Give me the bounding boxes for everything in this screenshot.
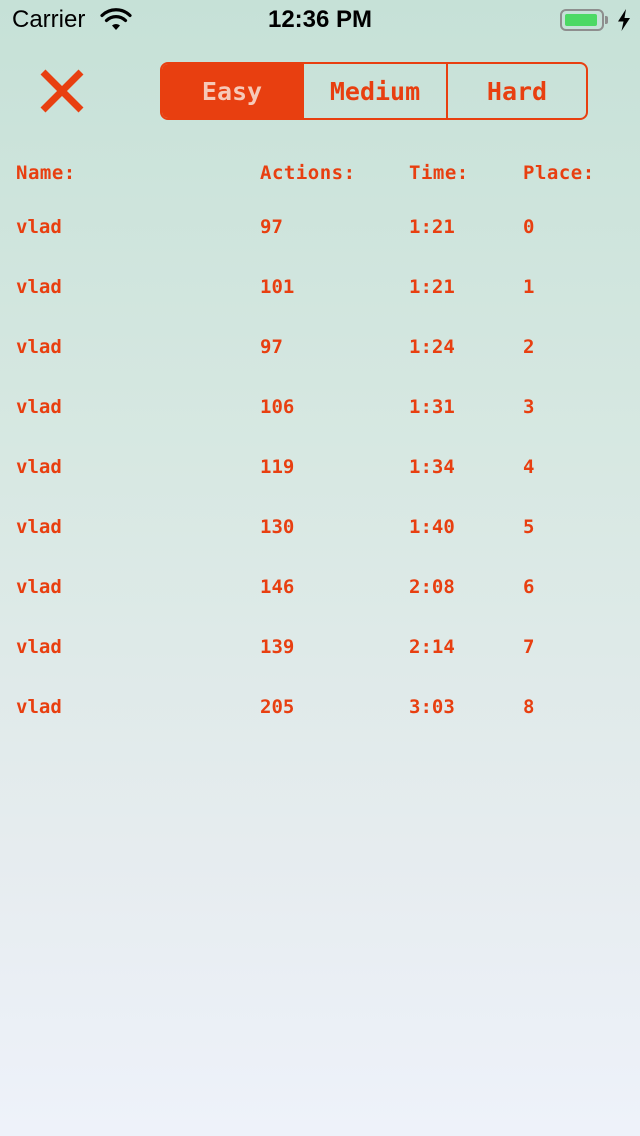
cell-actions: 139	[260, 636, 295, 658]
cell-place: 6	[523, 576, 535, 598]
cell-place: 0	[523, 216, 535, 238]
cell-time: 2:08	[409, 576, 455, 598]
cell-name: vlad	[16, 456, 62, 478]
cell-time: 1:21	[409, 216, 455, 238]
cell-name: vlad	[16, 636, 62, 658]
header-actions: Actions:	[260, 162, 356, 184]
cell-actions: 119	[260, 456, 295, 478]
scores-table: Name: Actions: Time: Place: vlad 97 1:21…	[0, 150, 640, 740]
header-place: Place:	[523, 162, 595, 184]
table-row: vlad 119 1:34 4	[0, 440, 640, 500]
cell-name: vlad	[16, 396, 62, 418]
segment-hard[interactable]: Hard	[446, 64, 586, 118]
cell-actions: 101	[260, 276, 295, 298]
cell-name: vlad	[16, 336, 62, 358]
cell-actions: 106	[260, 396, 295, 418]
cell-time: 3:03	[409, 696, 455, 718]
cell-actions: 97	[260, 216, 283, 238]
table-row: vlad 205 3:03 8	[0, 680, 640, 740]
cell-actions: 97	[260, 336, 283, 358]
charging-bolt-icon	[618, 9, 630, 31]
cell-time: 1:21	[409, 276, 455, 298]
cell-time: 1:34	[409, 456, 455, 478]
status-time: 12:36 PM	[267, 6, 373, 33]
close-icon	[40, 69, 84, 113]
cell-time: 1:31	[409, 396, 455, 418]
cell-time: 1:40	[409, 516, 455, 538]
table-row: vlad 101 1:21 1	[0, 260, 640, 320]
cell-name: vlad	[16, 276, 62, 298]
cell-place: 2	[523, 336, 535, 358]
table-row: vlad 97 1:21 0	[0, 200, 640, 260]
table-row: vlad 97 1:24 2	[0, 320, 640, 380]
battery-cap	[605, 16, 608, 24]
table-row: vlad 146 2:08 6	[0, 560, 640, 620]
cell-place: 1	[523, 276, 535, 298]
battery-icon	[560, 9, 604, 31]
cell-time: 1:24	[409, 336, 455, 358]
cell-actions: 146	[260, 576, 295, 598]
cell-name: vlad	[16, 216, 62, 238]
cell-time: 2:14	[409, 636, 455, 658]
header-name: Name:	[16, 162, 76, 184]
table-row: vlad 106 1:31 3	[0, 380, 640, 440]
status-bar: Carrier 12:36 PM	[0, 0, 640, 40]
cell-name: vlad	[16, 696, 62, 718]
cell-place: 5	[523, 516, 535, 538]
cell-place: 7	[523, 636, 535, 658]
segment-easy[interactable]: Easy	[162, 64, 302, 118]
cell-actions: 205	[260, 696, 295, 718]
cell-place: 4	[523, 456, 535, 478]
table-header: Name: Actions: Time: Place:	[0, 150, 640, 200]
cell-name: vlad	[16, 516, 62, 538]
table-row: vlad 139 2:14 7	[0, 620, 640, 680]
difficulty-segmented-control: Easy Medium Hard	[160, 62, 588, 120]
battery-level	[565, 14, 597, 26]
table-row: vlad 130 1:40 5	[0, 500, 640, 560]
cell-name: vlad	[16, 576, 62, 598]
cell-place: 3	[523, 396, 535, 418]
close-button[interactable]	[38, 68, 86, 114]
cell-actions: 130	[260, 516, 295, 538]
cell-place: 8	[523, 696, 535, 718]
header-time: Time:	[409, 162, 469, 184]
segment-medium[interactable]: Medium	[302, 64, 446, 118]
